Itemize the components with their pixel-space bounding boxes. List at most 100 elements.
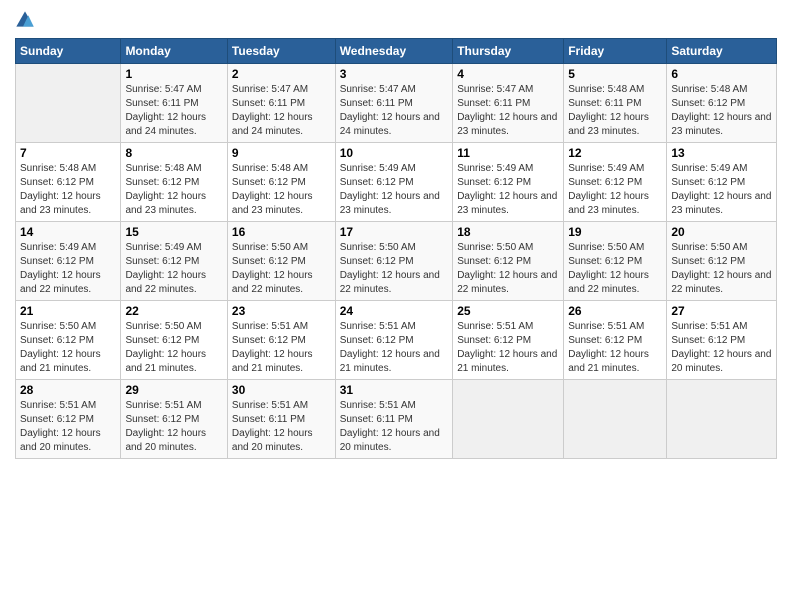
calendar-week-row: 7 Sunrise: 5:48 AMSunset: 6:12 PMDayligh… xyxy=(16,143,777,222)
logo xyxy=(15,10,39,30)
day-info: Sunrise: 5:51 AMSunset: 6:12 PMDaylight:… xyxy=(125,399,222,455)
day-number: 20 xyxy=(671,225,772,239)
day-info: Sunrise: 5:48 AMSunset: 6:12 PMDaylight:… xyxy=(125,162,222,218)
calendar-cell: 16 Sunrise: 5:50 AMSunset: 6:12 PMDaylig… xyxy=(227,222,335,301)
day-number: 2 xyxy=(232,67,331,81)
day-info: Sunrise: 5:51 AMSunset: 6:12 PMDaylight:… xyxy=(340,320,449,376)
day-number: 15 xyxy=(125,225,222,239)
day-number: 23 xyxy=(232,304,331,318)
calendar-cell: 23 Sunrise: 5:51 AMSunset: 6:12 PMDaylig… xyxy=(227,301,335,380)
day-info: Sunrise: 5:49 AMSunset: 6:12 PMDaylight:… xyxy=(457,162,559,218)
calendar-cell xyxy=(453,380,564,459)
calendar-cell: 25 Sunrise: 5:51 AMSunset: 6:12 PMDaylig… xyxy=(453,301,564,380)
calendar-week-row: 21 Sunrise: 5:50 AMSunset: 6:12 PMDaylig… xyxy=(16,301,777,380)
day-number: 31 xyxy=(340,383,449,397)
day-number: 16 xyxy=(232,225,331,239)
calendar-cell: 29 Sunrise: 5:51 AMSunset: 6:12 PMDaylig… xyxy=(121,380,227,459)
calendar-cell xyxy=(667,380,777,459)
day-info: Sunrise: 5:49 AMSunset: 6:12 PMDaylight:… xyxy=(20,241,116,297)
calendar-container: SundayMondayTuesdayWednesdayThursdayFrid… xyxy=(0,0,792,469)
calendar-cell: 17 Sunrise: 5:50 AMSunset: 6:12 PMDaylig… xyxy=(335,222,453,301)
day-info: Sunrise: 5:51 AMSunset: 6:11 PMDaylight:… xyxy=(232,399,331,455)
weekday-header-tuesday: Tuesday xyxy=(227,39,335,64)
day-info: Sunrise: 5:51 AMSunset: 6:12 PMDaylight:… xyxy=(20,399,116,455)
day-number: 10 xyxy=(340,146,449,160)
calendar-cell: 22 Sunrise: 5:50 AMSunset: 6:12 PMDaylig… xyxy=(121,301,227,380)
calendar-week-row: 1 Sunrise: 5:47 AMSunset: 6:11 PMDayligh… xyxy=(16,64,777,143)
calendar-table: SundayMondayTuesdayWednesdayThursdayFrid… xyxy=(15,38,777,459)
day-number: 21 xyxy=(20,304,116,318)
day-number: 26 xyxy=(568,304,662,318)
day-number: 28 xyxy=(20,383,116,397)
calendar-header xyxy=(15,10,777,30)
day-info: Sunrise: 5:49 AMSunset: 6:12 PMDaylight:… xyxy=(125,241,222,297)
calendar-cell: 19 Sunrise: 5:50 AMSunset: 6:12 PMDaylig… xyxy=(564,222,667,301)
day-info: Sunrise: 5:50 AMSunset: 6:12 PMDaylight:… xyxy=(568,241,662,297)
day-number: 1 xyxy=(125,67,222,81)
weekday-header-saturday: Saturday xyxy=(667,39,777,64)
day-number: 9 xyxy=(232,146,331,160)
day-number: 25 xyxy=(457,304,559,318)
day-number: 7 xyxy=(20,146,116,160)
calendar-cell: 20 Sunrise: 5:50 AMSunset: 6:12 PMDaylig… xyxy=(667,222,777,301)
day-number: 6 xyxy=(671,67,772,81)
day-number: 3 xyxy=(340,67,449,81)
day-info: Sunrise: 5:48 AMSunset: 6:12 PMDaylight:… xyxy=(20,162,116,218)
logo-icon xyxy=(15,10,35,30)
day-number: 13 xyxy=(671,146,772,160)
calendar-cell: 14 Sunrise: 5:49 AMSunset: 6:12 PMDaylig… xyxy=(16,222,121,301)
day-info: Sunrise: 5:47 AMSunset: 6:11 PMDaylight:… xyxy=(125,83,222,139)
calendar-cell: 26 Sunrise: 5:51 AMSunset: 6:12 PMDaylig… xyxy=(564,301,667,380)
day-info: Sunrise: 5:51 AMSunset: 6:12 PMDaylight:… xyxy=(232,320,331,376)
calendar-week-row: 14 Sunrise: 5:49 AMSunset: 6:12 PMDaylig… xyxy=(16,222,777,301)
day-info: Sunrise: 5:51 AMSunset: 6:12 PMDaylight:… xyxy=(568,320,662,376)
day-number: 14 xyxy=(20,225,116,239)
day-number: 11 xyxy=(457,146,559,160)
calendar-cell: 24 Sunrise: 5:51 AMSunset: 6:12 PMDaylig… xyxy=(335,301,453,380)
calendar-cell: 11 Sunrise: 5:49 AMSunset: 6:12 PMDaylig… xyxy=(453,143,564,222)
calendar-cell xyxy=(564,380,667,459)
calendar-cell: 10 Sunrise: 5:49 AMSunset: 6:12 PMDaylig… xyxy=(335,143,453,222)
calendar-cell xyxy=(16,64,121,143)
day-info: Sunrise: 5:51 AMSunset: 6:12 PMDaylight:… xyxy=(457,320,559,376)
calendar-cell: 13 Sunrise: 5:49 AMSunset: 6:12 PMDaylig… xyxy=(667,143,777,222)
calendar-cell: 21 Sunrise: 5:50 AMSunset: 6:12 PMDaylig… xyxy=(16,301,121,380)
weekday-header-row: SundayMondayTuesdayWednesdayThursdayFrid… xyxy=(16,39,777,64)
calendar-cell: 15 Sunrise: 5:49 AMSunset: 6:12 PMDaylig… xyxy=(121,222,227,301)
calendar-cell: 27 Sunrise: 5:51 AMSunset: 6:12 PMDaylig… xyxy=(667,301,777,380)
day-info: Sunrise: 5:50 AMSunset: 6:12 PMDaylight:… xyxy=(457,241,559,297)
day-info: Sunrise: 5:49 AMSunset: 6:12 PMDaylight:… xyxy=(568,162,662,218)
weekday-header-wednesday: Wednesday xyxy=(335,39,453,64)
day-number: 8 xyxy=(125,146,222,160)
calendar-cell: 1 Sunrise: 5:47 AMSunset: 6:11 PMDayligh… xyxy=(121,64,227,143)
day-info: Sunrise: 5:51 AMSunset: 6:11 PMDaylight:… xyxy=(340,399,449,455)
day-number: 27 xyxy=(671,304,772,318)
day-number: 22 xyxy=(125,304,222,318)
calendar-cell: 28 Sunrise: 5:51 AMSunset: 6:12 PMDaylig… xyxy=(16,380,121,459)
day-info: Sunrise: 5:48 AMSunset: 6:12 PMDaylight:… xyxy=(671,83,772,139)
calendar-cell: 31 Sunrise: 5:51 AMSunset: 6:11 PMDaylig… xyxy=(335,380,453,459)
day-info: Sunrise: 5:50 AMSunset: 6:12 PMDaylight:… xyxy=(340,241,449,297)
calendar-cell: 5 Sunrise: 5:48 AMSunset: 6:11 PMDayligh… xyxy=(564,64,667,143)
calendar-cell: 6 Sunrise: 5:48 AMSunset: 6:12 PMDayligh… xyxy=(667,64,777,143)
day-number: 12 xyxy=(568,146,662,160)
weekday-header-sunday: Sunday xyxy=(16,39,121,64)
day-number: 4 xyxy=(457,67,559,81)
calendar-cell: 2 Sunrise: 5:47 AMSunset: 6:11 PMDayligh… xyxy=(227,64,335,143)
weekday-header-monday: Monday xyxy=(121,39,227,64)
day-number: 17 xyxy=(340,225,449,239)
calendar-cell: 18 Sunrise: 5:50 AMSunset: 6:12 PMDaylig… xyxy=(453,222,564,301)
calendar-cell: 9 Sunrise: 5:48 AMSunset: 6:12 PMDayligh… xyxy=(227,143,335,222)
day-number: 5 xyxy=(568,67,662,81)
day-info: Sunrise: 5:47 AMSunset: 6:11 PMDaylight:… xyxy=(457,83,559,139)
calendar-cell: 3 Sunrise: 5:47 AMSunset: 6:11 PMDayligh… xyxy=(335,64,453,143)
calendar-cell: 4 Sunrise: 5:47 AMSunset: 6:11 PMDayligh… xyxy=(453,64,564,143)
day-info: Sunrise: 5:49 AMSunset: 6:12 PMDaylight:… xyxy=(671,162,772,218)
day-info: Sunrise: 5:48 AMSunset: 6:12 PMDaylight:… xyxy=(232,162,331,218)
day-info: Sunrise: 5:50 AMSunset: 6:12 PMDaylight:… xyxy=(20,320,116,376)
day-info: Sunrise: 5:48 AMSunset: 6:11 PMDaylight:… xyxy=(568,83,662,139)
day-info: Sunrise: 5:47 AMSunset: 6:11 PMDaylight:… xyxy=(232,83,331,139)
day-number: 19 xyxy=(568,225,662,239)
day-number: 29 xyxy=(125,383,222,397)
calendar-cell: 8 Sunrise: 5:48 AMSunset: 6:12 PMDayligh… xyxy=(121,143,227,222)
